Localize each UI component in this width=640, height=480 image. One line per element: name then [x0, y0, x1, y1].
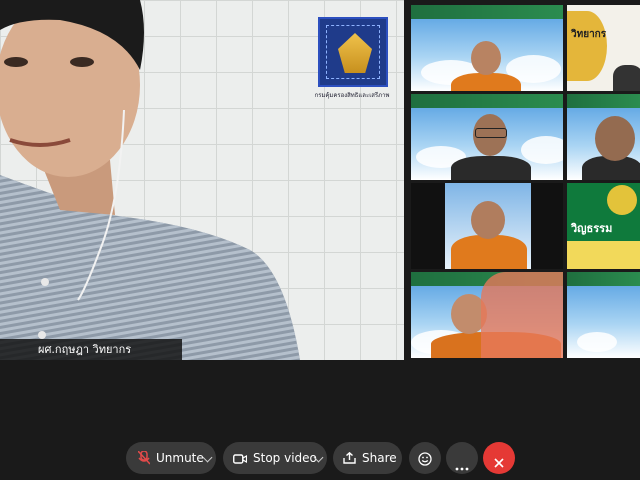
smiley-icon: [418, 451, 432, 466]
share-label: Share: [362, 451, 397, 465]
participant-tile[interactable]: [567, 272, 640, 358]
more-icon: [455, 456, 469, 471]
unmute-button[interactable]: Unmute: [126, 442, 216, 474]
participant-tile[interactable]: วิญธรรม: [567, 183, 640, 269]
speaker-name-tag: ผศ.กฤษฎา วิทยากร: [0, 339, 182, 360]
mic-off-icon: [137, 450, 151, 465]
leave-meeting-button[interactable]: [483, 442, 515, 474]
participant-tile[interactable]: วิทยากร: [567, 5, 640, 91]
video-camera-icon: [233, 453, 248, 464]
tile-banner-text: วิทยากร: [571, 29, 607, 40]
close-icon: [494, 453, 504, 468]
meeting-control-bar: Unmute Stop video Share: [0, 400, 640, 480]
speaker-person: [0, 0, 300, 360]
participant-gallery: วิทยากร วิญธรรม: [409, 0, 640, 360]
participant-tile[interactable]: [567, 94, 640, 180]
participant-tile[interactable]: [411, 183, 563, 269]
reactions-button[interactable]: [409, 442, 441, 474]
more-options-button[interactable]: [446, 442, 478, 474]
share-icon: [343, 451, 356, 464]
participant-tile[interactable]: [411, 272, 563, 358]
organization-emblem-icon: [318, 17, 388, 87]
participant-tile[interactable]: [411, 94, 563, 180]
unmute-label: Unmute: [156, 451, 204, 465]
main-speaker-video: กรมคุ้มครองสิทธิและเสรีภาพ ผศ.กฤษฎา วิทย…: [0, 0, 404, 360]
stop-video-label: Stop video: [253, 451, 317, 465]
emblem-caption: กรมคุ้มครองสิทธิและเสรีภาพ: [314, 92, 390, 99]
stop-video-button[interactable]: Stop video: [223, 442, 327, 474]
share-button[interactable]: Share: [333, 442, 402, 474]
participant-tile[interactable]: [411, 5, 563, 91]
tile-banner-text: วิญธรรม: [571, 222, 613, 235]
unmute-chevron-down-icon[interactable]: [202, 452, 213, 463]
